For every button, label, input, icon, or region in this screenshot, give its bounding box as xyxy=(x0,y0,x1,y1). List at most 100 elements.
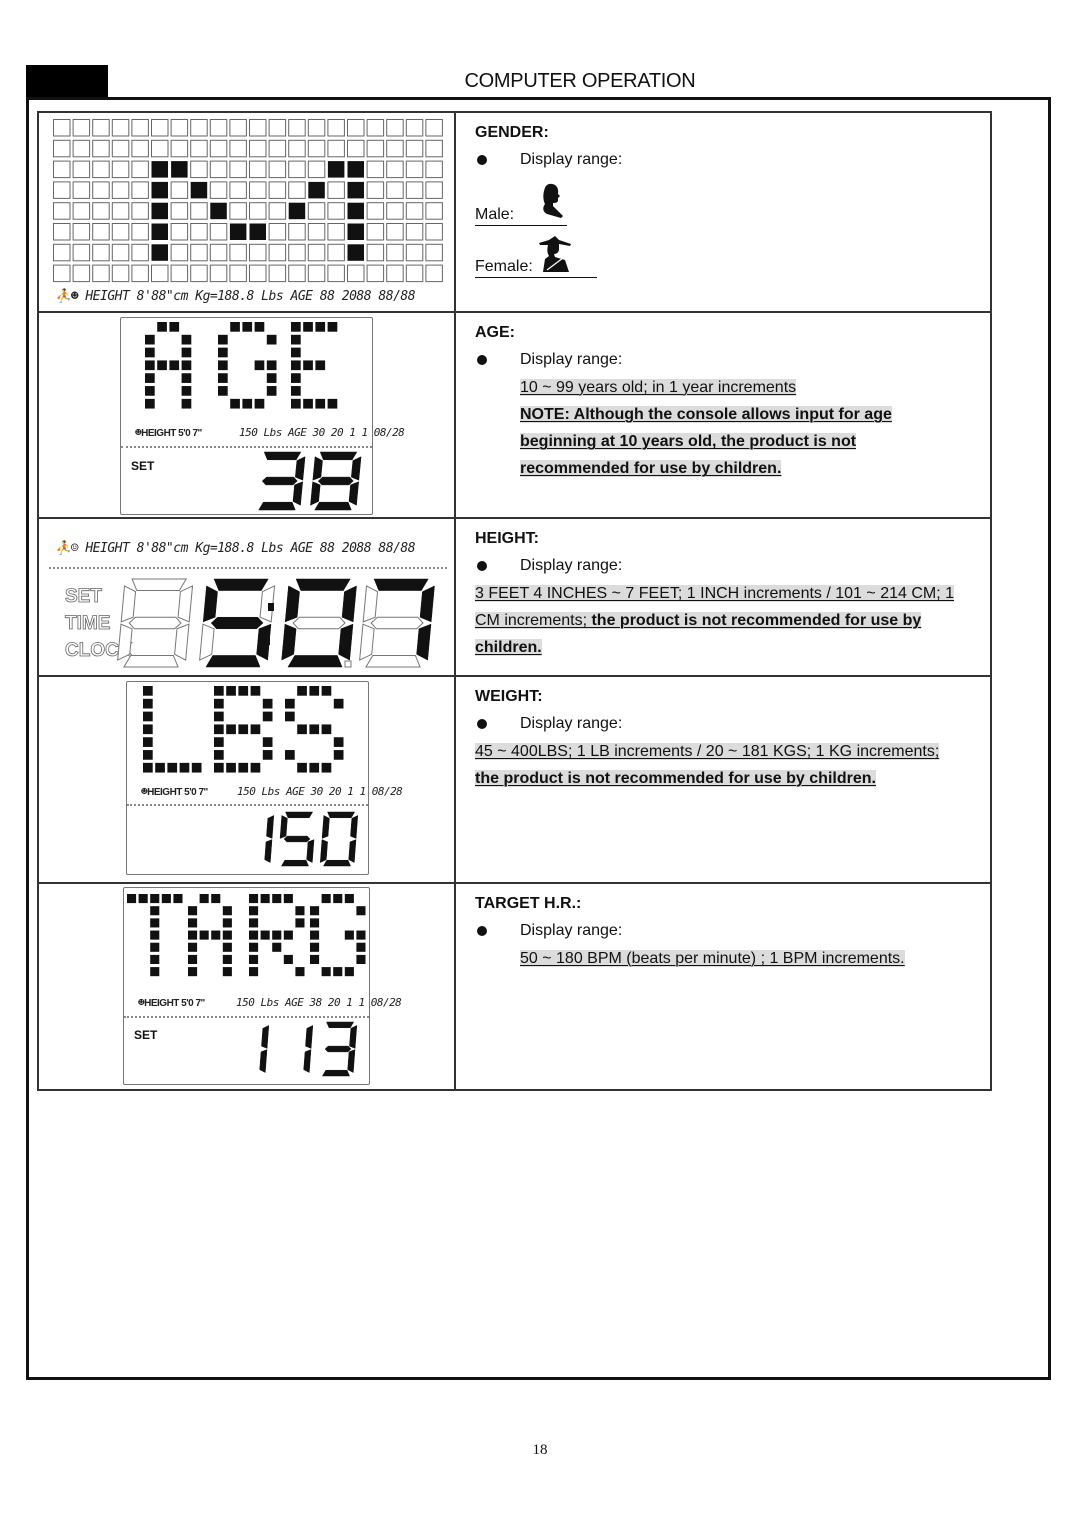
matrix-dot-off xyxy=(288,243,306,262)
age-dot-matrix-word xyxy=(145,322,338,409)
bullet-item: Display range: xyxy=(475,552,990,579)
segment-a xyxy=(263,451,302,461)
matrix-dot-off xyxy=(190,223,208,241)
matrix-dot-off xyxy=(111,223,130,241)
matrix-dot xyxy=(291,347,301,358)
matrix-dot xyxy=(249,906,259,916)
matrix-dot-off xyxy=(307,223,326,241)
matrix-dot-off xyxy=(111,160,130,179)
lcd-divider xyxy=(49,567,447,569)
matrix-dot-on xyxy=(151,223,168,240)
matrix-dot xyxy=(199,894,209,904)
matrix-dot-off xyxy=(425,181,443,199)
table-row-age: ☻HEIGHT 5'0 7" 150 Lbs AGE 30 20 1 1 08/… xyxy=(39,313,990,519)
matrix-dot xyxy=(344,930,354,940)
matrix-dot-off xyxy=(366,160,385,179)
matrix-dot xyxy=(249,942,259,952)
matrix-dot xyxy=(157,322,167,332)
segment-e xyxy=(319,839,328,863)
section-title: GENDER: xyxy=(475,124,549,141)
gender-dot-matrix xyxy=(53,119,443,283)
segment-c xyxy=(259,1049,268,1073)
matrix-dot xyxy=(285,711,295,722)
lcd-status-left: ☻HEIGHT 5'0 7" xyxy=(135,426,202,439)
segment-f xyxy=(279,815,288,839)
matrix-dot-off xyxy=(307,243,326,262)
segment-d xyxy=(281,859,309,867)
matrix-dot-off xyxy=(366,243,385,262)
matrix-dot-off xyxy=(209,264,228,283)
matrix-dot-off xyxy=(288,264,306,283)
matrix-dot xyxy=(222,942,232,952)
matrix-dot xyxy=(356,942,366,952)
matrix-dot xyxy=(218,386,228,396)
weight-dot-matrix-word xyxy=(143,686,344,773)
matrix-dot xyxy=(250,724,261,735)
matrix-dot xyxy=(214,737,224,747)
matrix-dot-off xyxy=(327,264,345,283)
segment-g xyxy=(317,476,354,486)
lcd-status-left: ☻HEIGHT 5'0 7" xyxy=(141,785,208,798)
matrix-dot xyxy=(127,894,137,904)
bullet-icon xyxy=(477,354,487,365)
gender-description: GENDER: Display range: Male: Female: xyxy=(456,113,990,311)
matrix-dot-off xyxy=(327,181,345,199)
segment-d xyxy=(287,655,343,668)
segment-d xyxy=(258,501,296,511)
matrix-dot xyxy=(283,894,293,904)
matrix-dot xyxy=(249,894,259,904)
matrix-dot xyxy=(254,398,265,409)
lcd-status-strip: ⛹☺ HEIGHT 8'88"cm Kg=188.8 Lbs AGE 88 20… xyxy=(55,541,416,556)
segment-c xyxy=(347,1049,356,1073)
matrix-dot-off xyxy=(327,202,345,220)
matrix-dot xyxy=(254,322,265,332)
segment-b xyxy=(341,585,357,623)
matrix-dot xyxy=(291,373,301,383)
table-row-gender: ⛹☻ HEIGHT 8'88"cm Kg=188.8 Lbs AGE 88 20… xyxy=(39,113,990,313)
matrix-dot xyxy=(214,711,224,722)
matrix-dot xyxy=(181,373,192,383)
segment-c xyxy=(348,839,357,863)
matrix-dot-off xyxy=(53,223,71,241)
matrix-dot xyxy=(150,918,160,928)
matrix-dot-off xyxy=(53,243,71,262)
age-range: 10 ~ 99 years old; in 1 year increments xyxy=(520,378,797,396)
matrix-dot-off xyxy=(425,139,443,158)
matrix-dot xyxy=(143,737,153,747)
segment-g xyxy=(210,616,264,630)
matrix-dot xyxy=(309,724,320,735)
age-lcd-panel: ☻HEIGHT 5'0 7" 150 Lbs AGE 30 20 1 1 08/… xyxy=(120,317,405,515)
lcd-status-right: 150 Lbs AGE 38 20 1 1 08/28 xyxy=(236,996,402,1009)
matrix-dot-off xyxy=(170,264,189,283)
matrix-dot xyxy=(344,894,354,904)
matrix-dot xyxy=(169,322,180,332)
matrix-dot xyxy=(297,686,307,696)
matrix-dot xyxy=(230,398,240,409)
matrix-dot xyxy=(222,906,232,916)
matrix-dot xyxy=(266,386,277,396)
table-row-weight: ☻HEIGHT 5'0 7" 150 Lbs AGE 30 20 1 1 08/… xyxy=(39,677,990,884)
matrix-dot-off xyxy=(131,139,149,158)
matrix-dot xyxy=(150,942,160,952)
matrix-dot xyxy=(295,906,305,916)
matrix-dot xyxy=(188,942,198,952)
matrix-dot-off xyxy=(307,139,326,158)
matrix-dot-off xyxy=(268,119,287,137)
weight-range: 45 ~ 400LBS; 1 LB increments / 20 ~ 181 … xyxy=(475,742,940,787)
matrix-dot-off xyxy=(72,139,91,158)
matrix-dot xyxy=(315,322,326,332)
matrix-dot-off xyxy=(151,119,169,137)
matrix-dot xyxy=(222,967,232,977)
page-title: COMPUTER OPERATION xyxy=(464,70,696,92)
matrix-dot-off xyxy=(53,160,71,179)
matrix-dot-off xyxy=(170,243,189,262)
matrix-dot-off xyxy=(288,139,306,158)
matrix-dot-off xyxy=(151,264,169,283)
matrix-dot-off xyxy=(72,119,91,137)
matrix-dot-off xyxy=(405,119,424,137)
segment-b xyxy=(177,585,194,623)
matrix-dot xyxy=(266,373,277,383)
matrix-dot-off xyxy=(131,160,149,179)
matrix-dot xyxy=(181,347,192,358)
matrix-dot xyxy=(272,942,282,952)
